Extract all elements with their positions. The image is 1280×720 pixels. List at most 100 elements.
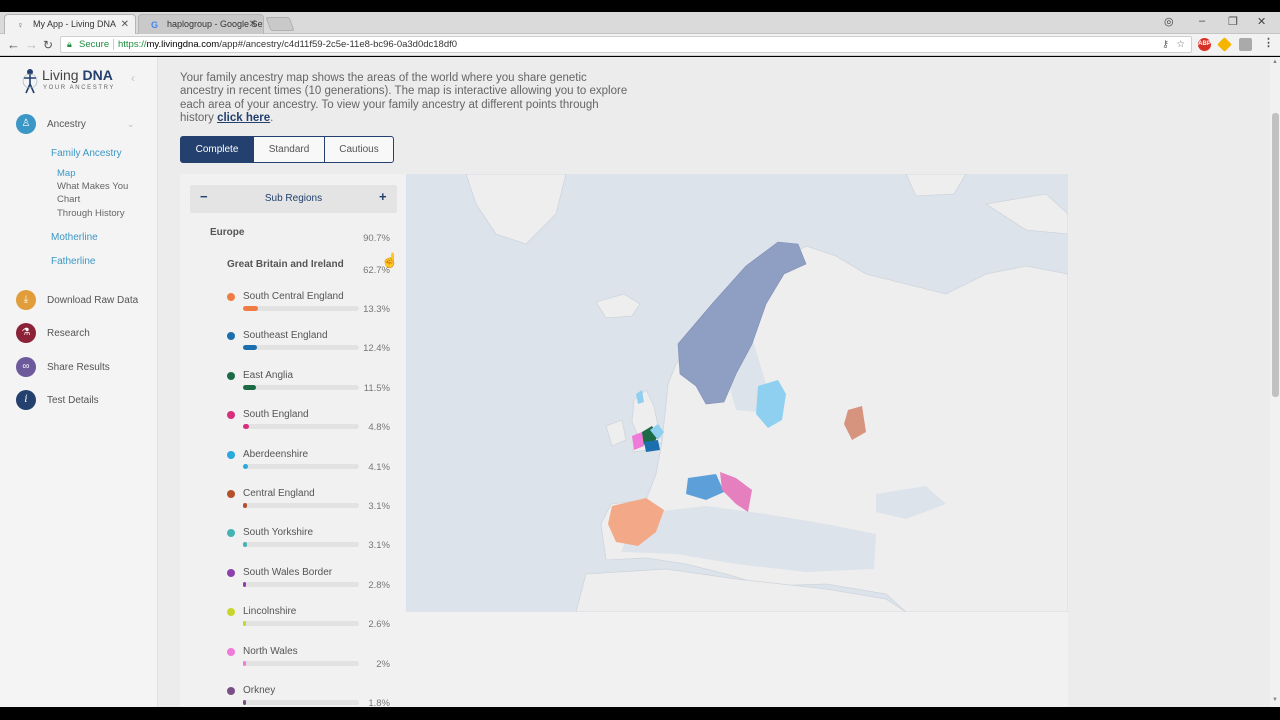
nav-chart[interactable]: Chart bbox=[57, 194, 80, 205]
google-favicon-icon: G bbox=[151, 20, 159, 30]
region-progress-fill bbox=[243, 463, 248, 469]
region-progress-bar bbox=[243, 660, 359, 666]
ancestry-person-icon[interactable]: ♙ bbox=[16, 114, 36, 134]
url-text: https://my.livingdna.com/app#/ancestry/c… bbox=[118, 37, 457, 52]
back-icon[interactable]: ← bbox=[7, 37, 20, 53]
region-color-dot bbox=[227, 490, 235, 498]
region-progress-fill bbox=[243, 542, 247, 548]
tab-complete[interactable]: Complete bbox=[180, 136, 254, 163]
page-scrollbar[interactable]: ▲ ▼ bbox=[1270, 57, 1280, 707]
url-path: /app#/ancestry/c4d11f59-2c5e-11e8-bc96-0… bbox=[219, 39, 458, 50]
region-progress-fill bbox=[243, 306, 259, 311]
logo-dna: DNA bbox=[82, 67, 113, 83]
ancestry-map[interactable] bbox=[406, 174, 1068, 612]
app-page: Living DNA YOUR ANCESTRY ‹ ♙ Ancestry ⌄ … bbox=[0, 57, 1270, 707]
browser-tab-living-dna[interactable]: ♀ My App - Living DNA ✕ bbox=[4, 14, 136, 34]
region-europe-pct: 90.7% bbox=[363, 233, 390, 244]
adblock-extension-icon[interactable]: ABP bbox=[1198, 38, 1211, 51]
nav-ancestry[interactable]: Ancestry bbox=[47, 119, 86, 130]
new-tab-button[interactable] bbox=[265, 17, 295, 31]
region-progress-bar bbox=[243, 424, 359, 430]
address-bar[interactable]: 🔒︎ Secure https://my.livingdna.com/app#/… bbox=[60, 36, 1192, 53]
region-progress-bar bbox=[243, 503, 359, 508]
region-europe[interactable]: Europe bbox=[210, 227, 244, 238]
logo-wordmark: Living DNA bbox=[42, 67, 113, 83]
reload-icon[interactable]: ↻ bbox=[43, 37, 53, 53]
region-color-dot bbox=[227, 687, 235, 695]
region-great-britain-ireland[interactable]: Great Britain and Ireland bbox=[227, 259, 344, 270]
profile-icon[interactable]: ◎ bbox=[1164, 15, 1174, 28]
lock-icon: 🔒︎ bbox=[67, 39, 72, 49]
browser-menu-icon[interactable]: ⋮ bbox=[1262, 38, 1275, 51]
nav-share-results[interactable]: Share Results bbox=[47, 362, 110, 373]
key-icon[interactable]: ⚷ bbox=[1162, 37, 1169, 52]
logo-living: Living bbox=[42, 67, 83, 83]
video-letterbox-top bbox=[0, 0, 1280, 12]
region-progress-bar bbox=[243, 306, 359, 311]
scroll-up-arrow-icon[interactable]: ▲ bbox=[1272, 59, 1278, 65]
region-color-dot bbox=[227, 647, 235, 656]
bookmark-star-icon[interactable]: ☆ bbox=[1176, 37, 1185, 52]
region-progress-bar bbox=[243, 700, 359, 705]
close-tab-icon[interactable]: ✕ bbox=[121, 19, 129, 30]
logo-tagline: YOUR ANCESTRY bbox=[43, 85, 116, 91]
scroll-down-arrow-icon[interactable]: ▼ bbox=[1272, 697, 1278, 703]
scrollbar-thumb[interactable] bbox=[1272, 113, 1279, 397]
region-name[interactable]: Orkney bbox=[243, 685, 275, 696]
region-color-dot bbox=[227, 371, 235, 380]
southeast-england-region[interactable] bbox=[644, 440, 660, 452]
forward-icon[interactable]: → bbox=[25, 37, 38, 53]
research-flask-icon[interactable]: ⚗ bbox=[16, 323, 36, 343]
browser-tab-google[interactable]: G haplogroup - Google Se ✕ bbox=[138, 14, 264, 34]
region-name[interactable]: South Central England bbox=[243, 291, 344, 302]
region-progress-fill bbox=[243, 621, 247, 627]
region-progress-fill bbox=[243, 503, 247, 508]
nav-what-makes-you[interactable]: What Makes You bbox=[57, 181, 128, 192]
share-link-icon[interactable]: ∞ bbox=[16, 357, 36, 377]
close-window-icon[interactable]: ✕ bbox=[1257, 15, 1266, 28]
region-progress-bar bbox=[243, 384, 359, 390]
history-link[interactable]: click here bbox=[217, 112, 270, 124]
region-name[interactable]: Aberdeenshire bbox=[243, 449, 308, 460]
expand-plus-icon[interactable]: + bbox=[379, 189, 387, 204]
secure-label: Secure bbox=[79, 39, 110, 50]
close-tab-icon[interactable]: ✕ bbox=[249, 19, 257, 30]
region-name[interactable]: North Wales bbox=[243, 646, 298, 657]
region-name[interactable]: Central England bbox=[243, 488, 315, 499]
browser-toolbar: ← → ↻ 🔒︎ Secure https://my.livingdna.com… bbox=[0, 34, 1280, 56]
extension-gray-icon[interactable] bbox=[1239, 38, 1252, 51]
restore-window-icon[interactable]: ❐ bbox=[1228, 15, 1238, 28]
nav-research[interactable]: Research bbox=[47, 328, 90, 339]
nav-download-raw-data[interactable]: Download Raw Data bbox=[47, 295, 138, 306]
region-name[interactable]: South England bbox=[243, 409, 309, 420]
living-dna-favicon-icon: ♀ bbox=[17, 20, 24, 30]
region-progress-fill bbox=[243, 581, 247, 587]
chevron-down-icon[interactable]: ⌄ bbox=[127, 119, 135, 130]
region-name[interactable]: South Wales Border bbox=[243, 567, 332, 578]
region-name[interactable]: Southeast England bbox=[243, 330, 328, 341]
browser-tab-title: My App - Living DNA bbox=[33, 19, 117, 29]
info-icon[interactable]: i bbox=[16, 390, 36, 410]
minimize-window-icon[interactable]: – bbox=[1199, 15, 1205, 27]
region-name[interactable]: South Yorkshire bbox=[243, 527, 313, 538]
region-progress-bar bbox=[243, 581, 359, 587]
tab-cautious[interactable]: Cautious bbox=[324, 136, 394, 163]
region-color-dot bbox=[227, 450, 235, 459]
region-name[interactable]: East Anglia bbox=[243, 370, 293, 381]
nav-through-history[interactable]: Through History bbox=[57, 208, 125, 219]
region-progress-bar bbox=[243, 621, 359, 627]
collapse-sidebar-icon[interactable]: ‹ bbox=[131, 71, 135, 85]
nav-family-ancestry[interactable]: Family Ancestry bbox=[51, 148, 122, 159]
nav-map[interactable]: Map bbox=[57, 168, 75, 179]
nav-test-details[interactable]: Test Details bbox=[47, 395, 99, 406]
nav-motherline[interactable]: Motherline bbox=[51, 232, 98, 243]
tab-standard[interactable]: Standard bbox=[253, 136, 325, 163]
region-name[interactable]: Lincolnshire bbox=[243, 606, 296, 617]
region-progress-fill bbox=[243, 700, 246, 705]
sub-regions-header: − Sub Regions + bbox=[190, 185, 397, 213]
nav-fatherline[interactable]: Fatherline bbox=[51, 256, 95, 267]
download-icon[interactable]: ⤓ bbox=[16, 290, 36, 310]
intro-paragraph: Your family ancestry map shows the areas… bbox=[180, 72, 630, 126]
region-color-dot bbox=[227, 568, 235, 577]
region-progress-fill bbox=[243, 384, 257, 390]
